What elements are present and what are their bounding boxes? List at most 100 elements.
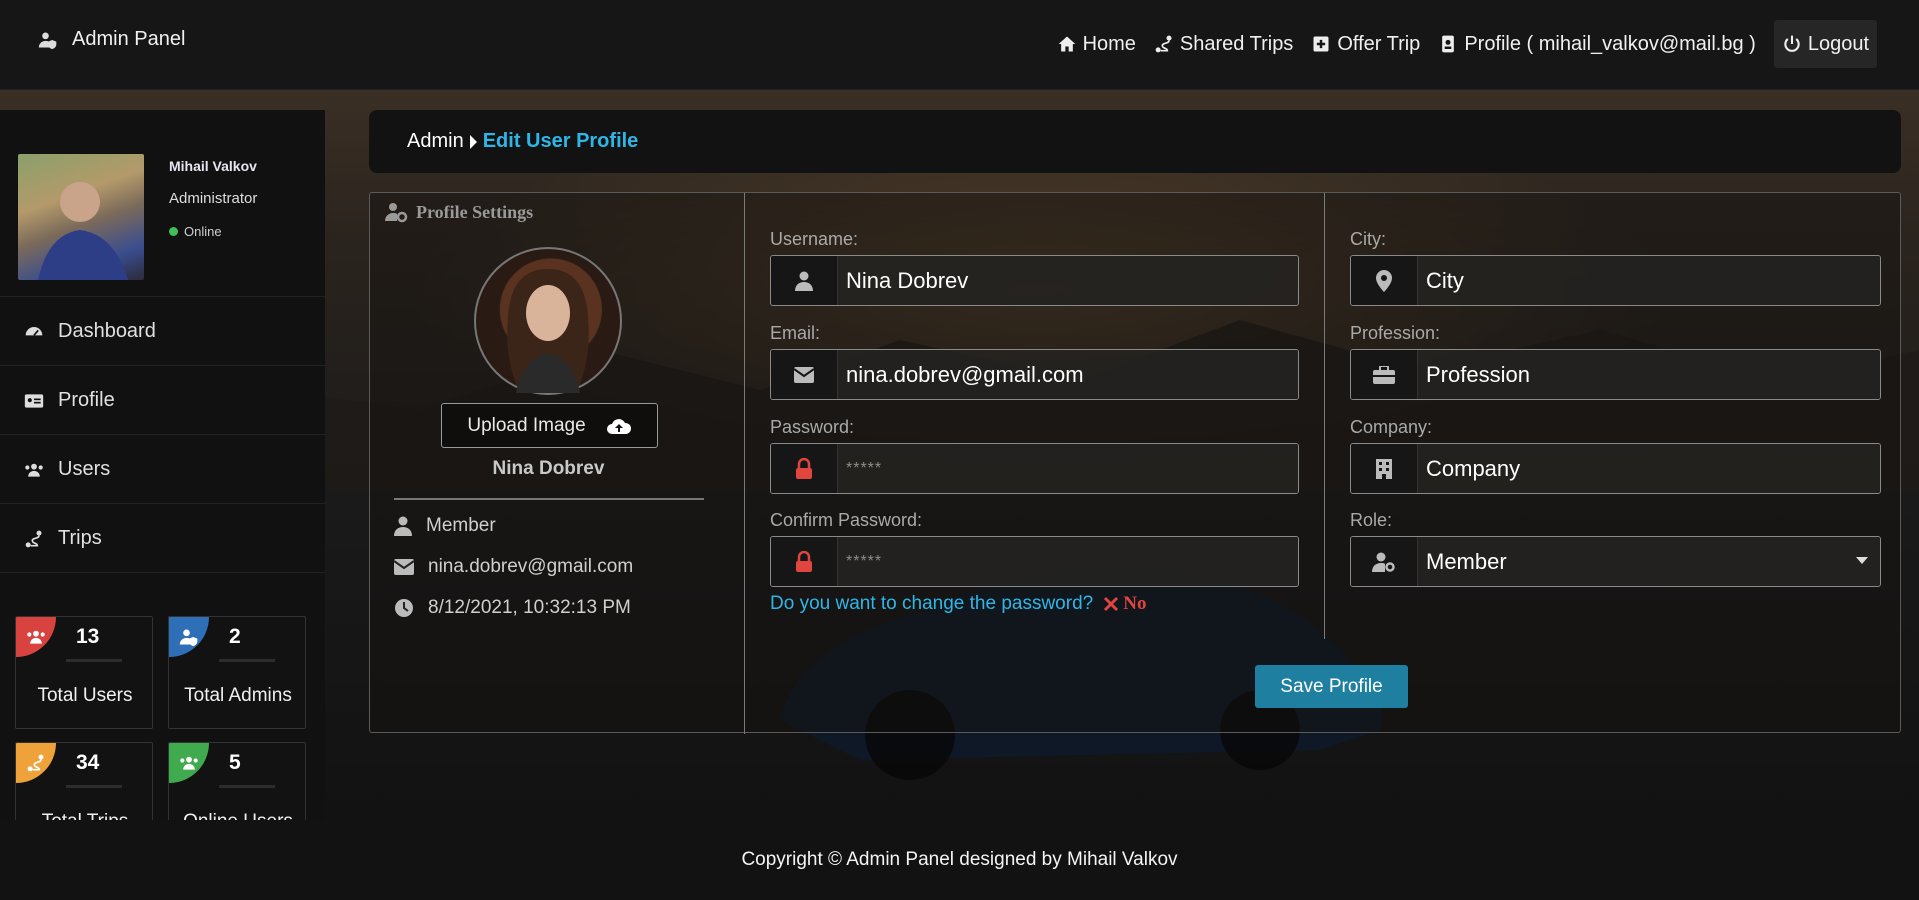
password-label: Password: (770, 417, 855, 437)
nav-home[interactable]: Home (1057, 20, 1136, 68)
sidebar-item-profile[interactable]: Profile (0, 367, 325, 435)
lock-icon (771, 444, 838, 493)
sidebar-item-label: Dashboard (58, 320, 156, 342)
username-field[interactable]: Nina Dobrev (770, 255, 1299, 306)
stat-divider (66, 785, 122, 788)
times-icon (1104, 596, 1119, 612)
nav-shared-trips-label: Shared Trips (1179, 32, 1294, 55)
user-icon (394, 516, 412, 536)
confirm-password-field[interactable]: ***** (770, 536, 1299, 587)
nav-shared-trips[interactable]: Shared Trips (1154, 20, 1293, 68)
stat-divider (66, 659, 122, 662)
stat-divider (219, 785, 275, 788)
company-value[interactable]: Company (1418, 444, 1880, 493)
users-icon (169, 743, 209, 783)
sidebar-item-label: Profile (58, 389, 115, 411)
confirm-password-placeholder[interactable]: ***** (838, 537, 1298, 586)
sidebar-item-dashboard[interactable]: Dashboard (0, 298, 325, 366)
building-icon (1351, 444, 1418, 493)
footer: Copyright © Admin Panel designed by Miha… (0, 820, 1919, 900)
email-field[interactable]: nina.dobrev@gmail.com (770, 349, 1299, 400)
profile-email-value: nina.dobrev@gmail.com (428, 556, 634, 577)
edit-profile-card: Profile Settings Upload Image Nina Dobre… (369, 192, 1901, 734)
top-navbar: Admin Panel Home Shared Trips Offer Trip… (0, 0, 1919, 90)
user-cog-icon (1351, 537, 1418, 586)
clock-icon (395, 599, 413, 617)
plus-square-icon (1313, 36, 1329, 52)
user-icon (771, 256, 838, 305)
stat-label: Total Users (37, 685, 133, 706)
envelope-icon (771, 350, 838, 399)
map-marker-icon (1351, 256, 1418, 305)
role-select[interactable]: Member (1350, 536, 1881, 587)
briefcase-icon (1351, 350, 1418, 399)
stat-value: 5 (229, 751, 241, 774)
route-icon (16, 743, 56, 783)
profession-value[interactable]: Profession (1418, 350, 1880, 399)
nav-profile-label: Profile ( mihail_valkov@mail.bg ) (1464, 32, 1756, 55)
password-field[interactable]: ***** (770, 443, 1299, 494)
role-label: Role: (1350, 510, 1393, 530)
upload-image-button[interactable]: Upload Image (441, 403, 658, 448)
id-card-icon (24, 393, 44, 408)
profile-divider (394, 498, 704, 500)
sidebar-user-status: Online (169, 224, 222, 239)
confirm-password-label: Confirm Password: (770, 510, 923, 530)
profile-settings-label: Profile Settings (416, 201, 534, 222)
sidebar-item-trips[interactable]: Trips (0, 505, 325, 573)
nav-logout[interactable]: Logout (1773, 20, 1877, 68)
stat-total-admins: 2 Total Admins (168, 616, 306, 729)
change-password-no-label: No (1123, 593, 1147, 614)
profession-field[interactable]: Profession (1350, 349, 1881, 400)
nav-profile[interactable]: Profile ( mihail_valkov@mail.bg ) (1438, 20, 1756, 68)
nav-logout-label: Logout (1807, 32, 1869, 55)
tachometer-icon (25, 326, 43, 336)
status-label: Online (184, 224, 222, 239)
profile-created-value: 8/12/2021, 10:32:13 PM (428, 597, 631, 618)
column-divider (744, 193, 745, 734)
column-divider (1324, 193, 1325, 639)
profile-name: Nina Dobrev (492, 458, 605, 479)
username-value[interactable]: Nina Dobrev (838, 256, 1298, 305)
brand[interactable]: Admin Panel (38, 28, 185, 51)
user-cog-icon (385, 203, 408, 223)
profile-role-value: Member (426, 515, 496, 536)
sidebar: Mihail Valkov Administrator Online Dashb… (0, 110, 325, 900)
nav-offer-trip-label: Offer Trip (1337, 32, 1421, 55)
change-password-prompt: Do you want to change the password? No (770, 593, 1146, 615)
user-shield-icon (169, 617, 209, 657)
password-placeholder[interactable]: ***** (838, 444, 1298, 493)
sidebar-user-card: Mihail Valkov Administrator Online (0, 110, 325, 297)
stat-value: 34 (76, 751, 100, 774)
breadcrumb-current: Edit User Profile (482, 130, 639, 152)
upload-image-label: Upload Image (467, 414, 586, 436)
role-selected: Member (1426, 548, 1507, 574)
save-profile-button[interactable]: Save Profile (1255, 665, 1408, 708)
breadcrumb-root[interactable]: Admin (407, 130, 464, 153)
company-field[interactable]: Company (1350, 443, 1881, 494)
nav-offer-trip[interactable]: Offer Trip (1311, 20, 1420, 68)
profession-label: Profession: (1350, 323, 1441, 343)
company-label: Company: (1350, 417, 1433, 437)
chevron-down-icon (1856, 557, 1868, 564)
sidebar-item-users[interactable]: Users (0, 436, 325, 504)
city-field[interactable]: City (1350, 255, 1881, 306)
profile-role: Member (394, 515, 496, 537)
stat-value: 2 (229, 625, 241, 648)
envelope-icon (394, 559, 414, 575)
brand-title: Admin Panel (72, 28, 186, 50)
main-nav: Home Shared Trips Offer Trip Profile ( m… (1057, 20, 1877, 68)
username-label: Username: (770, 229, 859, 249)
stat-divider (219, 659, 275, 662)
stat-value: 13 (76, 625, 100, 648)
email-value[interactable]: nina.dobrev@gmail.com (838, 350, 1298, 399)
home-icon (1058, 36, 1075, 52)
email-label: Email: (770, 323, 821, 343)
city-value[interactable]: City (1418, 256, 1880, 305)
profile-picture (474, 247, 622, 395)
sidebar-item-label: Trips (58, 527, 102, 549)
power-icon (1784, 35, 1800, 52)
change-password-no[interactable]: No (1103, 593, 1146, 615)
nav-home-label: Home (1082, 32, 1136, 55)
role-value[interactable]: Member (1418, 537, 1880, 586)
